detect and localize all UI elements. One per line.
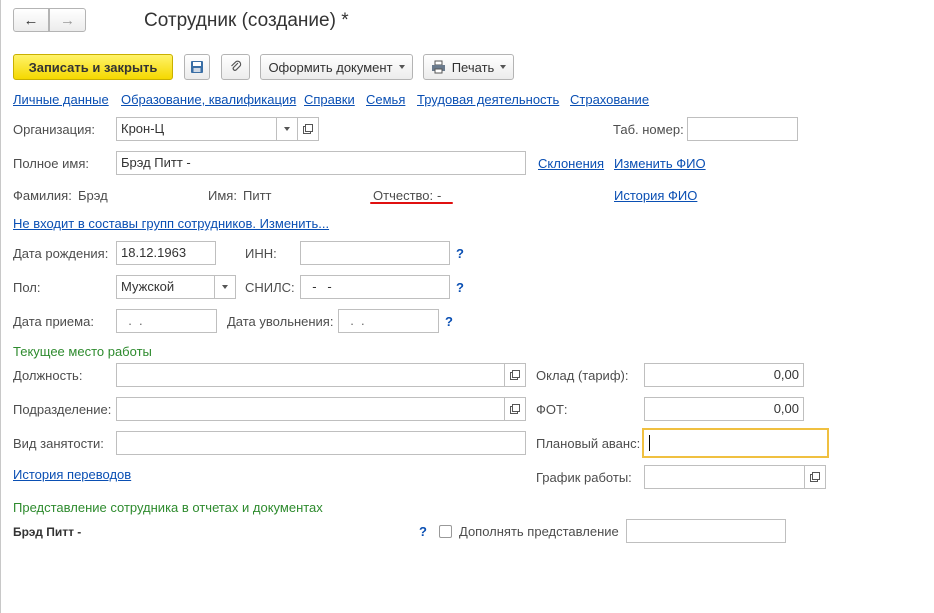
fio-history-link[interactable]: История ФИО [614,188,697,203]
organization-label: Организация: [13,122,96,137]
dismiss-date-field[interactable]: . . [338,309,439,333]
organization-dropdown-button[interactable] [276,117,298,141]
fullname-label: Полное имя: [13,156,89,171]
attach-button[interactable] [221,54,250,80]
workplace-section-title: Текущее место работы [13,344,152,359]
department-field[interactable] [116,397,505,421]
inn-label: ИНН: [245,246,277,261]
employee-groups-link[interactable]: Не входит в составы групп сотрудников. И… [13,216,329,231]
tab-work-history[interactable]: Трудовая деятельность [417,92,559,107]
patronymic-value: - [437,188,442,203]
print-menu[interactable]: Печать [423,54,514,80]
tab-certificates[interactable]: Справки [304,92,355,107]
open-window-icon [810,472,820,482]
complement-field[interactable] [626,519,786,543]
organization-open-button[interactable] [297,117,319,141]
schedule-field[interactable] [644,465,805,489]
tab-insurance[interactable]: Страхование [570,92,649,107]
patronymic-error-underline [370,202,453,204]
gender-select[interactable]: Мужской [116,275,215,299]
arrow-right-icon: → [60,11,75,29]
organization-field[interactable]: Крон-Ц [116,117,277,141]
text-cursor [649,435,650,451]
representation-section-title: Представление сотрудника в отчетах и док… [13,500,323,515]
position-open-button[interactable] [504,363,526,387]
employment-label: Вид занятости: [13,436,104,451]
patronymic-label: Отчество: [373,188,434,203]
dismiss-help-icon[interactable]: ? [445,314,453,329]
surname-label: Фамилия: [13,188,72,203]
window-left-border [0,0,1,613]
advance-field[interactable] [642,428,829,458]
snils-label: СНИЛС: [245,280,295,295]
name-label: Имя: [208,188,237,203]
paperclip-icon [230,60,241,71]
hire-date-label: Дата приема: [13,314,94,329]
chevron-down-icon [398,65,405,69]
save-close-button[interactable]: Записать и закрыть [13,54,173,80]
department-open-button[interactable] [504,397,526,421]
representation-help-icon[interactable]: ? [419,524,427,539]
snils-field[interactable]: - - [300,275,450,299]
birthdate-label: Дата рождения: [13,246,109,261]
surname-value: Брэд [78,188,108,203]
tab-personal[interactable]: Личные данные [13,92,109,107]
transfer-history-link[interactable]: История переводов [13,467,131,482]
position-label: Должность: [13,368,83,383]
name-value: Питт [243,188,272,203]
schedule-open-button[interactable] [804,465,826,489]
department-label: Подразделение: [13,402,112,417]
form-document-label: Оформить документ [268,59,393,75]
form-document-menu[interactable]: Оформить документ [260,54,413,80]
open-window-icon [510,370,520,380]
representation-value: Брэд Питт - [13,525,82,539]
employment-field[interactable] [116,431,526,455]
snils-help-icon[interactable]: ? [456,280,464,295]
chevron-down-icon [500,65,507,69]
advance-label: Плановый аванс: [536,436,641,451]
open-window-icon [303,124,313,134]
inn-field[interactable] [300,241,450,265]
position-field[interactable] [116,363,505,387]
save-close-label: Записать и закрыть [28,59,158,75]
tab-family[interactable]: Семья [366,92,405,107]
chevron-down-icon [222,285,228,289]
tab-number-field[interactable] [687,117,798,141]
page-title: Сотрудник (создание) * [144,10,349,31]
print-label: Печать [451,59,495,75]
birthdate-field[interactable]: 18.12.1963 [116,241,216,265]
open-window-icon [510,404,520,414]
fullname-field[interactable]: Брэд Питт - [116,151,526,175]
salary-field[interactable]: 0,00 [644,363,804,387]
declensions-link[interactable]: Склонения [538,156,604,171]
complement-label[interactable]: Дополнять представление [459,524,619,539]
chevron-down-icon [284,127,290,131]
complement-checkbox[interactable] [439,525,452,538]
hire-date-field[interactable]: . . [116,309,217,333]
tab-number-label: Таб. номер: [613,122,684,137]
printer-icon [431,60,445,74]
tab-education[interactable]: Образование, квалификация [121,92,296,107]
forward-button[interactable]: → [49,8,86,32]
dismiss-date-label: Дата увольнения: [227,314,334,329]
schedule-label: График работы: [536,470,632,485]
gender-dropdown-button[interactable] [214,275,236,299]
salary-label: Оклад (тариф): [536,368,629,383]
fot-field[interactable]: 0,00 [644,397,804,421]
arrow-left-icon: ← [23,11,39,29]
back-button[interactable]: ← [13,8,49,32]
save-button[interactable] [184,54,210,80]
change-fio-link[interactable]: Изменить ФИО [614,156,706,171]
gender-label: Пол: [13,280,41,295]
floppy-disk-icon [191,61,203,73]
fot-label: ФОТ: [536,402,568,417]
inn-help-icon[interactable]: ? [456,246,464,261]
